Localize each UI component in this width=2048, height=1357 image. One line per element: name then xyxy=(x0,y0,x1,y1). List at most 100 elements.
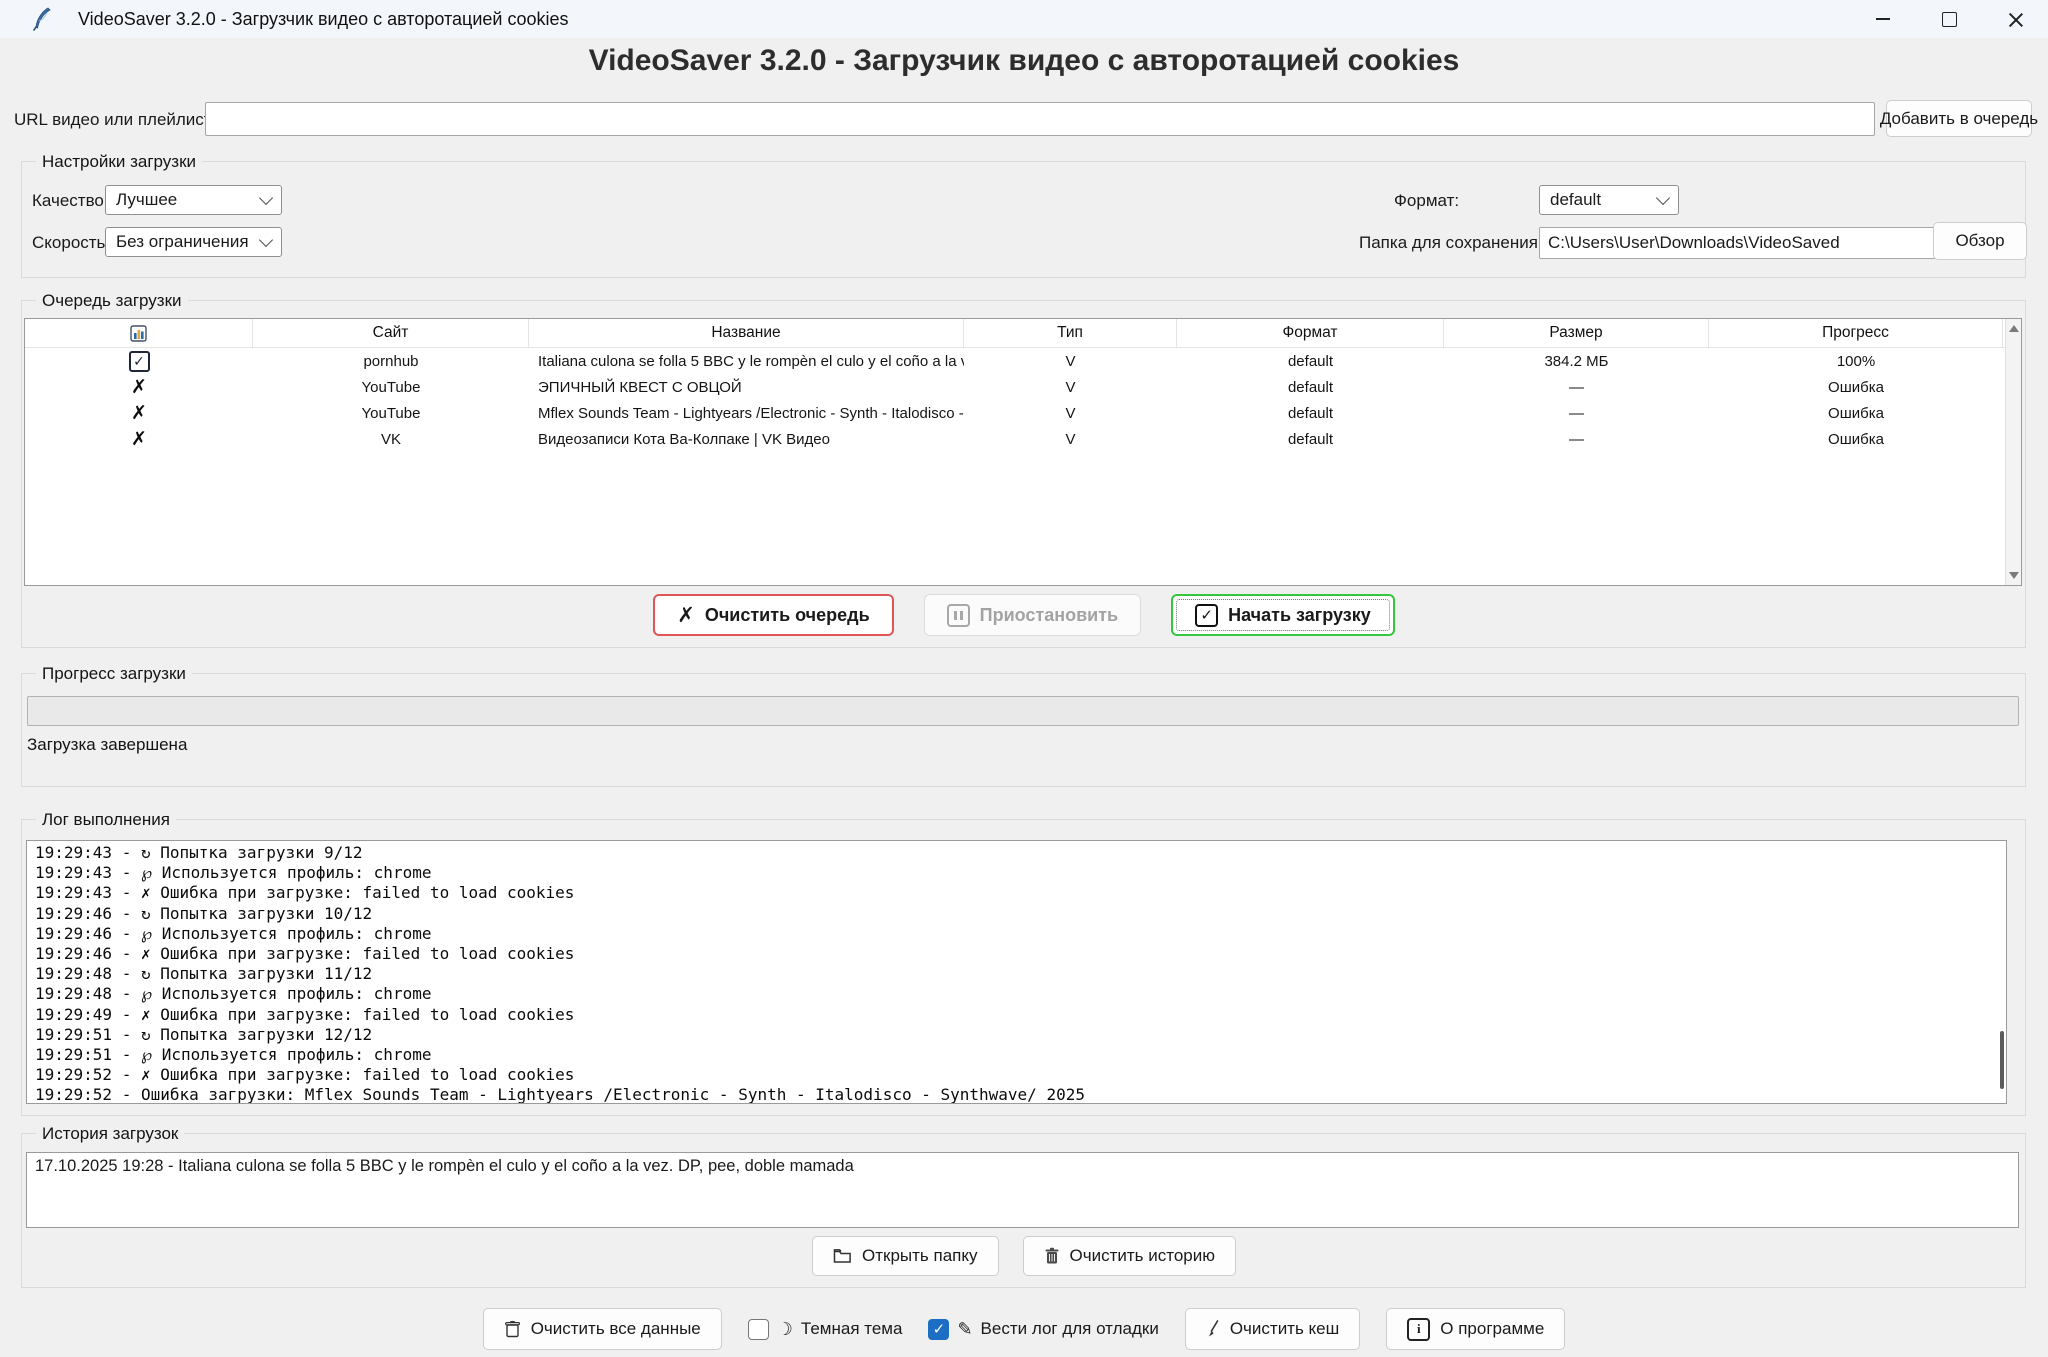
quality-value: Лучшее xyxy=(116,190,177,210)
debug-log-toggle[interactable]: ✓ ✎ Вести лог для отладки xyxy=(928,1319,1158,1340)
column-format[interactable]: Формат xyxy=(1177,319,1444,347)
cell-select[interactable]: ✓ xyxy=(25,348,253,374)
clear-queue-label: Очистить очередь xyxy=(705,605,870,626)
cell-site: YouTube xyxy=(253,400,529,426)
debug-log-checkbox[interactable]: ✓ xyxy=(928,1319,949,1340)
column-site[interactable]: Сайт xyxy=(253,319,529,347)
clear-all-data-label: Очистить все данные xyxy=(531,1319,701,1339)
table-row[interactable]: ✗YouTubeMflex Sounds Team - Lightyears /… xyxy=(25,400,2021,426)
cell-site: pornhub xyxy=(253,348,529,374)
clear-all-data-button[interactable]: Очистить все данные xyxy=(483,1308,722,1350)
scroll-down-icon[interactable] xyxy=(2009,572,2019,579)
clear-cache-label: Очистить кеш xyxy=(1230,1319,1339,1339)
debug-log-label: Вести лог для отладки xyxy=(981,1319,1159,1339)
cross-icon: ✗ xyxy=(131,378,147,397)
cell-title: Mflex Sounds Team - Lightyears /Electron… xyxy=(529,400,964,426)
cell-format: default xyxy=(1177,374,1444,400)
save-folder-input[interactable]: C:\Users\User\Downloads\VideoSaved xyxy=(1539,227,1939,259)
speed-label: Скорость: xyxy=(32,233,110,253)
progress-group-title: Прогресс загрузки xyxy=(36,664,192,684)
progress-status: Загрузка завершена xyxy=(27,735,187,755)
cell-type: V xyxy=(964,374,1177,400)
cell-progress: Ошибка xyxy=(1709,400,2003,426)
memo-icon: ✎ xyxy=(957,1320,972,1338)
clear-history-button[interactable]: Очистить историю xyxy=(1023,1236,1236,1276)
pause-icon xyxy=(947,604,970,627)
table-row[interactable]: ✗YouTubeЭПИЧНЫЙ КВЕСТ С ОВЦОЙVdefault—Ош… xyxy=(25,374,2021,400)
checked-box-icon: ✓ xyxy=(129,351,150,372)
start-label: Начать загрузку xyxy=(1228,605,1371,626)
minimize-button[interactable] xyxy=(1850,0,1916,38)
dark-theme-label: Темная тема xyxy=(801,1319,903,1339)
cell-select[interactable]: ✗ xyxy=(25,374,253,400)
dark-theme-checkbox[interactable] xyxy=(748,1319,769,1340)
table-row[interactable]: ✗VKВидеозаписи Кота Ва-Колпаке | VK Виде… xyxy=(25,426,2021,452)
cell-type: V xyxy=(964,400,1177,426)
cell-type: V xyxy=(964,426,1177,452)
speed-select[interactable]: Без ограничения xyxy=(105,227,282,257)
pause-label: Приостановить xyxy=(980,605,1118,626)
format-value: default xyxy=(1550,190,1601,210)
cell-progress: Ошибка xyxy=(1709,374,2003,400)
cell-select[interactable]: ✗ xyxy=(25,426,253,452)
cell-size: — xyxy=(1444,374,1709,400)
log-group-title: Лог выполнения xyxy=(36,810,176,830)
queue-table-header: Сайт Название Тип Формат Размер Прогресс xyxy=(25,319,2021,348)
cell-progress: 100% xyxy=(1709,348,2003,374)
cell-site: VK xyxy=(253,426,529,452)
dark-theme-toggle[interactable]: ☽ Темная тема xyxy=(748,1319,903,1340)
page-title: VideoSaver 3.2.0 - Загрузчик видео с авт… xyxy=(0,44,2048,78)
queue-rows: ✓ pornhubItaliana culona se folla 5 BBC y… xyxy=(25,348,2021,452)
cross-icon: ✗ xyxy=(131,430,147,449)
queue-scrollbar[interactable] xyxy=(2005,319,2021,585)
trash-icon xyxy=(1044,1247,1060,1265)
browse-button[interactable]: Обзор xyxy=(1933,222,2027,260)
about-button[interactable]: i О программе xyxy=(1386,1308,1565,1350)
table-row[interactable]: ✓ pornhubItaliana culona se folla 5 BBC y… xyxy=(25,348,2021,374)
progress-bar xyxy=(27,696,2019,726)
log-text: 19:29:43 - ↻ Попытка загрузки 9/12 19:29… xyxy=(27,841,2006,1104)
log-output[interactable]: 19:29:43 - ↻ Попытка загрузки 9/12 19:29… xyxy=(26,840,2007,1104)
open-folder-button[interactable]: Открыть папку xyxy=(812,1236,998,1276)
column-progress[interactable]: Прогресс xyxy=(1709,319,2003,347)
history-actions: Открыть папку Очистить историю xyxy=(0,1236,2048,1276)
cell-size: 384.2 МБ xyxy=(1444,348,1709,374)
cross-icon: ✗ xyxy=(677,605,695,626)
log-scrollbar-thumb[interactable] xyxy=(2000,1031,2004,1089)
quality-select[interactable]: Лучшее xyxy=(105,185,282,215)
cell-type: V xyxy=(964,348,1177,374)
history-group-title: История загрузок xyxy=(36,1124,184,1144)
cell-title: Italiana culona se folla 5 BBC y le romp… xyxy=(529,348,964,374)
cell-title: ЭПИЧНЫЙ КВЕСТ С ОВЦОЙ xyxy=(529,374,964,400)
clear-cache-button[interactable]: Очистить кеш xyxy=(1185,1308,1360,1350)
close-button[interactable] xyxy=(1982,0,2048,38)
format-select[interactable]: default xyxy=(1539,185,1679,215)
trash-outline-icon xyxy=(504,1320,521,1338)
clear-queue-button[interactable]: ✗ Очистить очередь xyxy=(653,594,893,636)
add-to-queue-button[interactable]: Добавить в очередь xyxy=(1886,100,2032,137)
column-size[interactable]: Размер xyxy=(1444,319,1709,347)
url-input[interactable] xyxy=(205,102,1875,136)
maximize-icon xyxy=(1942,12,1957,27)
history-entry[interactable]: 17.10.2025 19:28 - Italiana culona se fo… xyxy=(35,1157,2010,1176)
queue-table: Сайт Название Тип Формат Размер Прогресс… xyxy=(24,318,2022,586)
folder-icon xyxy=(833,1248,852,1264)
cell-format: default xyxy=(1177,348,1444,374)
settings-group: Настройки загрузки Качество: Лучшее Скор… xyxy=(21,161,2026,278)
start-download-button[interactable]: ✓ Начать загрузку xyxy=(1171,594,1395,636)
column-title[interactable]: Название xyxy=(529,319,964,347)
close-icon xyxy=(2008,12,2023,27)
url-label: URL видео или плейлиста: xyxy=(14,110,226,130)
history-list[interactable]: 17.10.2025 19:28 - Italiana culona se fo… xyxy=(26,1152,2019,1228)
open-folder-label: Открыть папку xyxy=(862,1246,977,1266)
clear-history-label: Очистить историю xyxy=(1070,1246,1215,1266)
checked-box-icon: ✓ xyxy=(1195,604,1218,627)
cell-select[interactable]: ✗ xyxy=(25,400,253,426)
column-select-header[interactable] xyxy=(25,319,253,347)
maximize-button[interactable] xyxy=(1916,0,1982,38)
pause-button[interactable]: Приостановить xyxy=(924,594,1141,636)
scroll-up-icon[interactable] xyxy=(2009,325,2019,332)
column-type[interactable]: Тип xyxy=(964,319,1177,347)
cell-size: — xyxy=(1444,400,1709,426)
format-label: Формат: xyxy=(1394,191,1459,211)
